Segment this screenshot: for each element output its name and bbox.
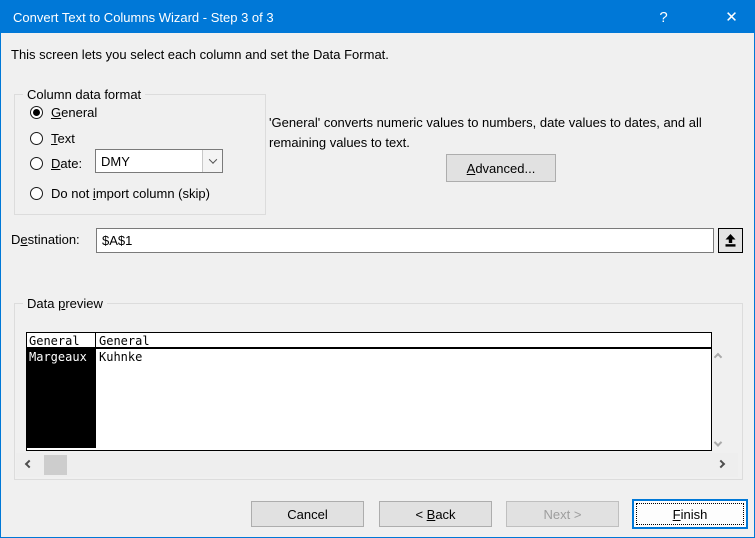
radio-date-label: Date: [51,156,83,171]
preview-column-1-selected[interactable]: Margeaux [27,349,96,448]
column-data-format-group-label: Column data format [23,87,146,102]
cancel-button[interactable]: Cancel [251,501,364,527]
text-to-columns-wizard-dialog: Convert Text to Columns Wizard - Step 3 … [0,0,755,538]
general-info-text: 'General' converts numeric values to num… [269,113,747,153]
preview-horizontal-scrollbar[interactable] [16,453,738,477]
destination-input[interactable] [96,228,714,253]
data-preview-table[interactable]: General General Margeaux Kuhnke [26,332,712,451]
preview-column-2[interactable]: Kuhnke [96,349,711,448]
date-format-dropdown[interactable]: DMY [95,149,223,173]
preview-vertical-scrollbar[interactable] [712,350,729,451]
destination-label: Destination: [11,232,80,247]
help-button[interactable]: ? [641,1,686,33]
preview-body-row: Margeaux Kuhnke [27,349,711,448]
radio-button-icon[interactable] [30,187,43,200]
radio-button-icon[interactable] [30,132,43,145]
radio-general[interactable]: General [30,105,97,120]
advanced-button-label: Advanced... [466,160,536,176]
back-button[interactable]: < Back [379,501,492,527]
radio-date[interactable]: Date: [30,156,82,171]
data-preview-group-label: Data preview [23,296,107,311]
info-line-2: remaining values to text. [269,135,410,150]
preview-column-2-header[interactable]: General [96,333,711,347]
radio-text-label: Text [51,131,75,146]
finish-button-label: Finish [672,506,708,522]
radio-text[interactable]: Text [30,131,75,146]
range-selector-icon [725,234,736,247]
column-data-format-group: Column data format General Text Date: DM… [14,87,266,215]
radio-skip[interactable]: Do not import column (skip) [30,186,210,201]
cancel-button-label: Cancel [287,506,328,522]
range-selector-button[interactable] [718,228,743,253]
radio-button-icon[interactable] [30,106,43,119]
info-line-1: 'General' converts numeric values to num… [269,115,702,130]
radio-button-icon[interactable] [30,157,43,170]
finish-button-inner[interactable]: Finish [636,503,744,525]
scrollbar-thumb[interactable] [44,455,67,475]
finish-button[interactable]: Finish [632,499,748,529]
next-button: Next > [506,501,619,527]
preview-column-1-header[interactable]: General [27,333,96,347]
scroll-left-icon[interactable] [24,459,34,469]
close-icon: ✕ [725,9,738,26]
chevron-down-icon [208,155,217,164]
dropdown-arrow-button[interactable] [202,150,222,172]
radio-general-label: General [51,105,98,120]
date-format-value: DMY [101,153,130,169]
scroll-right-icon[interactable] [716,459,726,469]
scroll-up-icon[interactable] [713,352,723,362]
scroll-down-icon[interactable] [713,438,723,447]
advanced-button[interactable]: Advanced... [446,154,556,182]
back-button-label: < Back [415,506,456,522]
close-button[interactable]: ✕ [709,1,754,33]
preview-header-row: General General [27,333,711,349]
radio-skip-label: Do not import column (skip) [51,186,210,201]
dialog-title: Convert Text to Columns Wizard - Step 3 … [13,9,274,25]
dialog-description: This screen lets you select each column … [11,47,389,62]
next-button-label: Next > [543,506,582,522]
help-icon: ? [659,8,668,26]
